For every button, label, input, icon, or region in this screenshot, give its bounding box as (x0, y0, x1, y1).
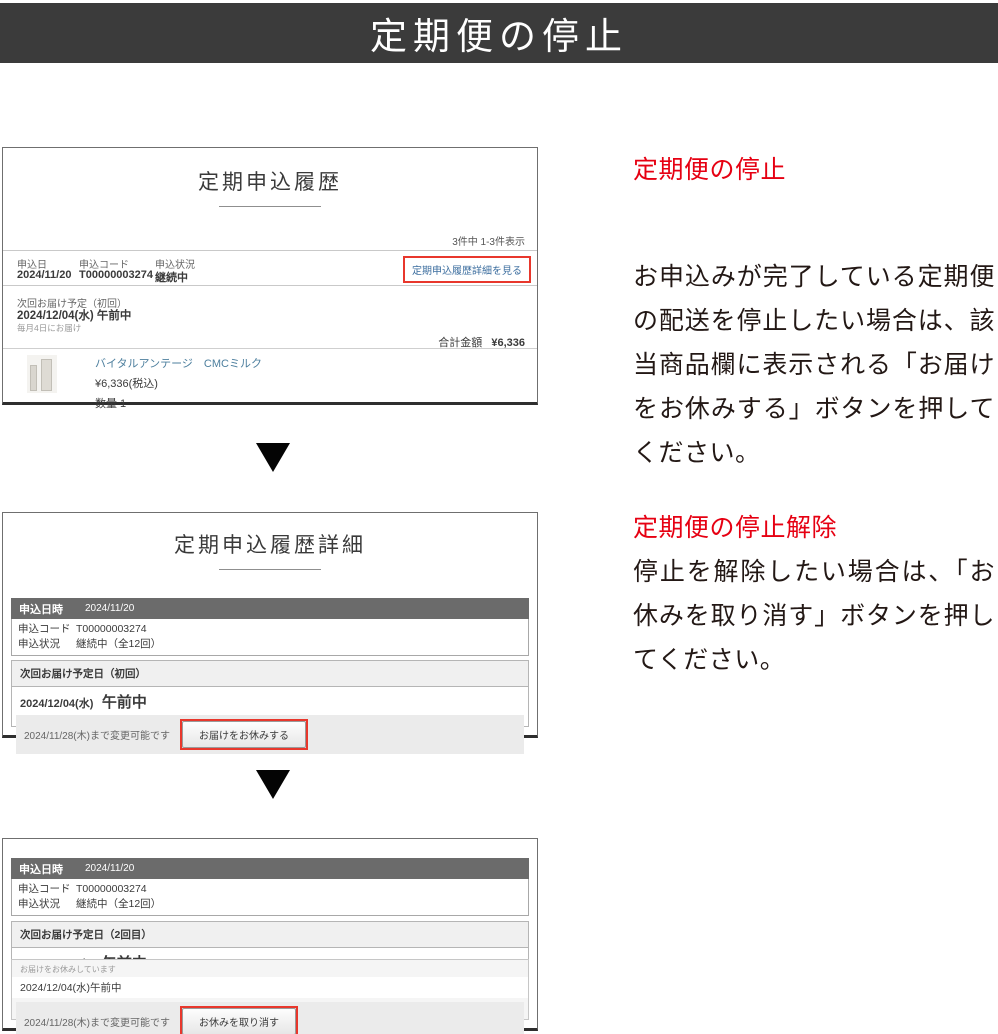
resume-paragraph: 停止を解除したい場合は、「お休みを取り消す」ボタンを押してください。 (633, 550, 995, 682)
order-date: 2024/11/20 (17, 269, 71, 281)
apply-date-value: 2024/11/20 (85, 603, 134, 614)
detail-title: 定期申込履歴詳細 (3, 529, 537, 559)
order-status: 継続中 (155, 269, 188, 285)
stop-paragraph: お申込みが完了している定期便の配送を停止したい場合は、該当商品欄に表示される「お… (633, 255, 995, 475)
code-label: 申込コード (18, 882, 76, 897)
bottle-icon (41, 359, 52, 391)
down-arrow-icon (256, 770, 290, 799)
stop-heading: 定期便の停止 (633, 150, 786, 186)
next-delivery-section: 次回お届け予定日（初回） 2024/12/04(水) 午前中 2024/11/2… (11, 660, 529, 727)
status-value: 継続中（全12回） (76, 897, 161, 912)
highlight-frame: お届けをお休みする (180, 719, 308, 750)
title-underline (219, 206, 321, 207)
next-delivery-label: 次回お届け予定日（初回） (12, 661, 528, 687)
cancel-pause-button[interactable]: お休みを取り消す (182, 1008, 296, 1034)
order-status-row: 申込状況 継続中（全12回） (18, 637, 522, 652)
paused-label: お届けをお休みしています (12, 960, 528, 977)
next-delivery-date: 2024/12/04(水) 午前中 (17, 307, 131, 323)
product-thumbnail (27, 355, 57, 393)
code-value: T00000003274 (76, 882, 147, 897)
product-price: ¥6,336(税込) (95, 375, 262, 391)
order-info-box: 申込コード T00000003274 申込状況 継続中（全12回） (11, 879, 529, 916)
next-delivery-date: 2024/12/04(水) 午前中 (12, 687, 528, 715)
paused-delivery-section: お届けをお休みしています 2024/12/04(水)午前中 2024/11/28… (11, 959, 529, 1020)
order-code-row: 申込コード T00000003274 (18, 622, 522, 637)
order-status-row: 申込状況 継続中（全12回） (18, 897, 522, 912)
apply-date-label: 申込日時 (19, 601, 63, 617)
page-title: 定期便の停止 (370, 6, 628, 60)
apply-date-label: 申込日時 (19, 861, 63, 877)
history-title: 定期申込履歴 (3, 166, 537, 196)
apply-date-value: 2024/11/20 (85, 863, 134, 874)
product-name-link[interactable]: バイタルアンテージ CMCミルク (95, 355, 262, 371)
result-count: 3件中 1-3件表示 (452, 233, 525, 248)
title-underline (219, 569, 321, 570)
apply-date-bar: 申込日時 2024/11/20 (11, 598, 529, 619)
change-deadline-row: 2024/11/28(木)まで変更可能です お休みを取り消す (16, 1002, 524, 1034)
delivery-cycle-note: 毎月4日にお届け (17, 322, 81, 334)
apply-date-bar: 申込日時 2024/11/20 (11, 858, 529, 879)
paused-date: 2024/12/04(水)午前中 (12, 977, 528, 998)
status-value: 継続中（全12回） (76, 637, 161, 652)
resume-heading: 定期便の停止解除 (633, 508, 837, 544)
change-deadline-row: 2024/11/28(木)まで変更可能です お届けをお休みする (16, 715, 524, 754)
page: 定期便の停止 定期申込履歴 3件中 1-3件表示 申込日 申込コード 申込状況 … (0, 0, 998, 1034)
status-label: 申込状況 (18, 637, 76, 652)
product-quantity: 数量 1 (95, 395, 262, 411)
order-info-box: 申込コード T00000003274 申込状況 継続中（全12回） (11, 619, 529, 656)
order-code-row: 申込コード T00000003274 (18, 882, 522, 897)
screenshot-subscription-history: 定期申込履歴 3件中 1-3件表示 申込日 申込コード 申込状況 2024/11… (2, 147, 538, 405)
highlight-frame: 定期申込履歴詳細を見る (403, 256, 531, 283)
down-arrow-icon (256, 443, 290, 472)
order-code: T00000003274 (79, 269, 153, 281)
screenshot-history-detail: 定期申込履歴詳細 申込日時 2024/11/20 申込コード T00000003… (2, 512, 538, 738)
pause-delivery-button[interactable]: お届けをお休みする (182, 721, 306, 748)
product-row: バイタルアンテージ CMCミルク ¥6,336(税込) 数量 1 (27, 355, 262, 411)
page-header: 定期便の停止 (0, 3, 998, 63)
next-delivery-label: 次回お届け予定日（2回目） (12, 922, 528, 948)
divider (3, 348, 537, 349)
status-label: 申込状況 (18, 897, 76, 912)
bottle-icon (30, 365, 37, 391)
code-label: 申込コード (18, 622, 76, 637)
delivery-date: 2024/12/04(水) (20, 698, 93, 710)
order-summary-row: 申込日 申込コード 申込状況 2024/11/20 T00000003274 継… (3, 250, 537, 286)
code-value: T00000003274 (76, 622, 147, 637)
screenshot-history-detail-paused: 申込日時 2024/11/20 申込コード T00000003274 申込状況 … (2, 838, 538, 1031)
delivery-time: 午前中 (102, 694, 147, 711)
deadline-text: 2024/11/28(木)まで変更可能です (24, 727, 170, 742)
deadline-text: 2024/11/28(木)まで変更可能です (24, 1014, 170, 1029)
highlight-frame: お休みを取り消す (180, 1006, 298, 1034)
product-info: バイタルアンテージ CMCミルク ¥6,336(税込) 数量 1 (95, 355, 262, 411)
view-history-detail-link[interactable]: 定期申込履歴詳細を見る (405, 258, 529, 281)
